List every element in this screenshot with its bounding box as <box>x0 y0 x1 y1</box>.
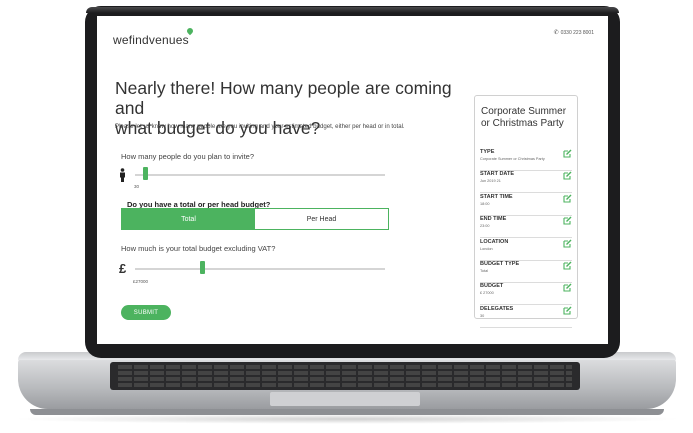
phone-number[interactable]: ✆ 0330 223 8001 <box>554 29 594 36</box>
summary-row-location: LOCATION London <box>480 239 572 261</box>
summary-row-value: Corporate Summer or Christmas Party <box>480 157 545 161</box>
summary-row-label: BUDGET TYPE <box>480 261 520 267</box>
keyboard-row <box>118 377 572 381</box>
summary-row-value: 18:00 <box>480 201 490 206</box>
laptop-foot <box>30 409 664 415</box>
laptop-trackpad <box>270 392 420 406</box>
edit-icon[interactable] <box>563 306 572 315</box>
summary-row-type: TYPE Corporate Summer or Christmas Party <box>480 149 572 171</box>
keyboard-row <box>118 365 572 369</box>
summary-row-label: START DATE <box>480 171 515 178</box>
keyboard-row <box>118 371 572 375</box>
submit-button[interactable]: SUBMIT <box>121 305 171 320</box>
budget-slider-handle[interactable] <box>200 261 205 274</box>
people-slider-track[interactable] <box>135 174 385 176</box>
summary-row-end-time: END TIME 23:00 <box>480 216 572 239</box>
summary-row-value: 23:00 <box>480 224 490 229</box>
people-question: How many people do you plan to invite? <box>121 152 255 161</box>
summary-title-line-2: or Christmas Party <box>481 118 564 129</box>
site-logo[interactable]: wefindvenues <box>113 33 189 47</box>
edit-icon[interactable] <box>563 283 572 292</box>
summary-row-budget: BUDGET £ 27000 <box>480 283 572 306</box>
summary-row-value: 30 <box>480 313 485 318</box>
toggle-total[interactable]: Total <box>122 209 255 229</box>
laptop-shadow <box>10 414 684 424</box>
keyboard-row <box>118 383 572 387</box>
edit-icon[interactable] <box>563 261 572 270</box>
person-icon <box>120 168 125 182</box>
summary-row-value: £ 27000 <box>480 291 494 296</box>
summary-row-label: DELEGATES <box>480 305 514 312</box>
edit-icon[interactable] <box>563 171 572 180</box>
summary-row-start-date: START DATE Jun 2019 21 <box>480 171 572 194</box>
summary-row-label: START TIME <box>480 193 513 200</box>
summary-row-start-time: START TIME 18:00 <box>480 194 572 216</box>
booking-summary-panel: Corporate Summer or Christmas Party TYPE… <box>474 95 578 328</box>
budget-question: How much is your total budget excluding … <box>121 244 276 253</box>
summary-row-label: LOCATION <box>480 238 509 245</box>
currency-symbol: £ <box>119 261 127 276</box>
summary-row-label: END TIME <box>480 216 507 223</box>
budget-value: £27000 <box>133 279 149 284</box>
budget-type-toggle: Total Per Head <box>121 208 389 230</box>
summary-row-label: TYPE <box>480 149 495 155</box>
edit-icon[interactable] <box>563 216 572 225</box>
phone-icon: ✆ <box>553 30 559 36</box>
people-value: 30 <box>134 184 140 189</box>
edit-icon[interactable] <box>563 239 572 248</box>
page-title-line-1: Nearly there! How many people are coming… <box>115 78 452 118</box>
summary-row-delegates: DELEGATES 30 <box>480 306 572 328</box>
summary-title: Corporate Summer or Christmas Party <box>481 106 575 130</box>
edit-icon[interactable] <box>563 194 572 203</box>
people-slider-handle[interactable] <box>142 167 148 180</box>
laptop-screen: wefindvenues ✆ 0330 223 8001 Nearly there… <box>97 16 608 344</box>
page-subtitle: Please let us know how many people are y… <box>115 123 405 130</box>
summary-row-value: Total <box>480 269 489 273</box>
toggle-per-head[interactable]: Per Head <box>255 209 388 229</box>
lid-highlight <box>86 7 619 13</box>
summary-row-label: BUDGET <box>480 283 504 290</box>
summary-row-budget-type: BUDGET TYPE Total <box>480 261 572 283</box>
phone-text: 0330 223 8001 <box>560 30 594 36</box>
edit-icon[interactable] <box>563 149 572 158</box>
summary-title-line-1: Corporate Summer <box>481 106 567 117</box>
summary-row-value: Jun 2019 21 <box>480 179 501 184</box>
summary-row-value: London <box>480 246 493 251</box>
budget-slider-track[interactable] <box>135 268 385 270</box>
